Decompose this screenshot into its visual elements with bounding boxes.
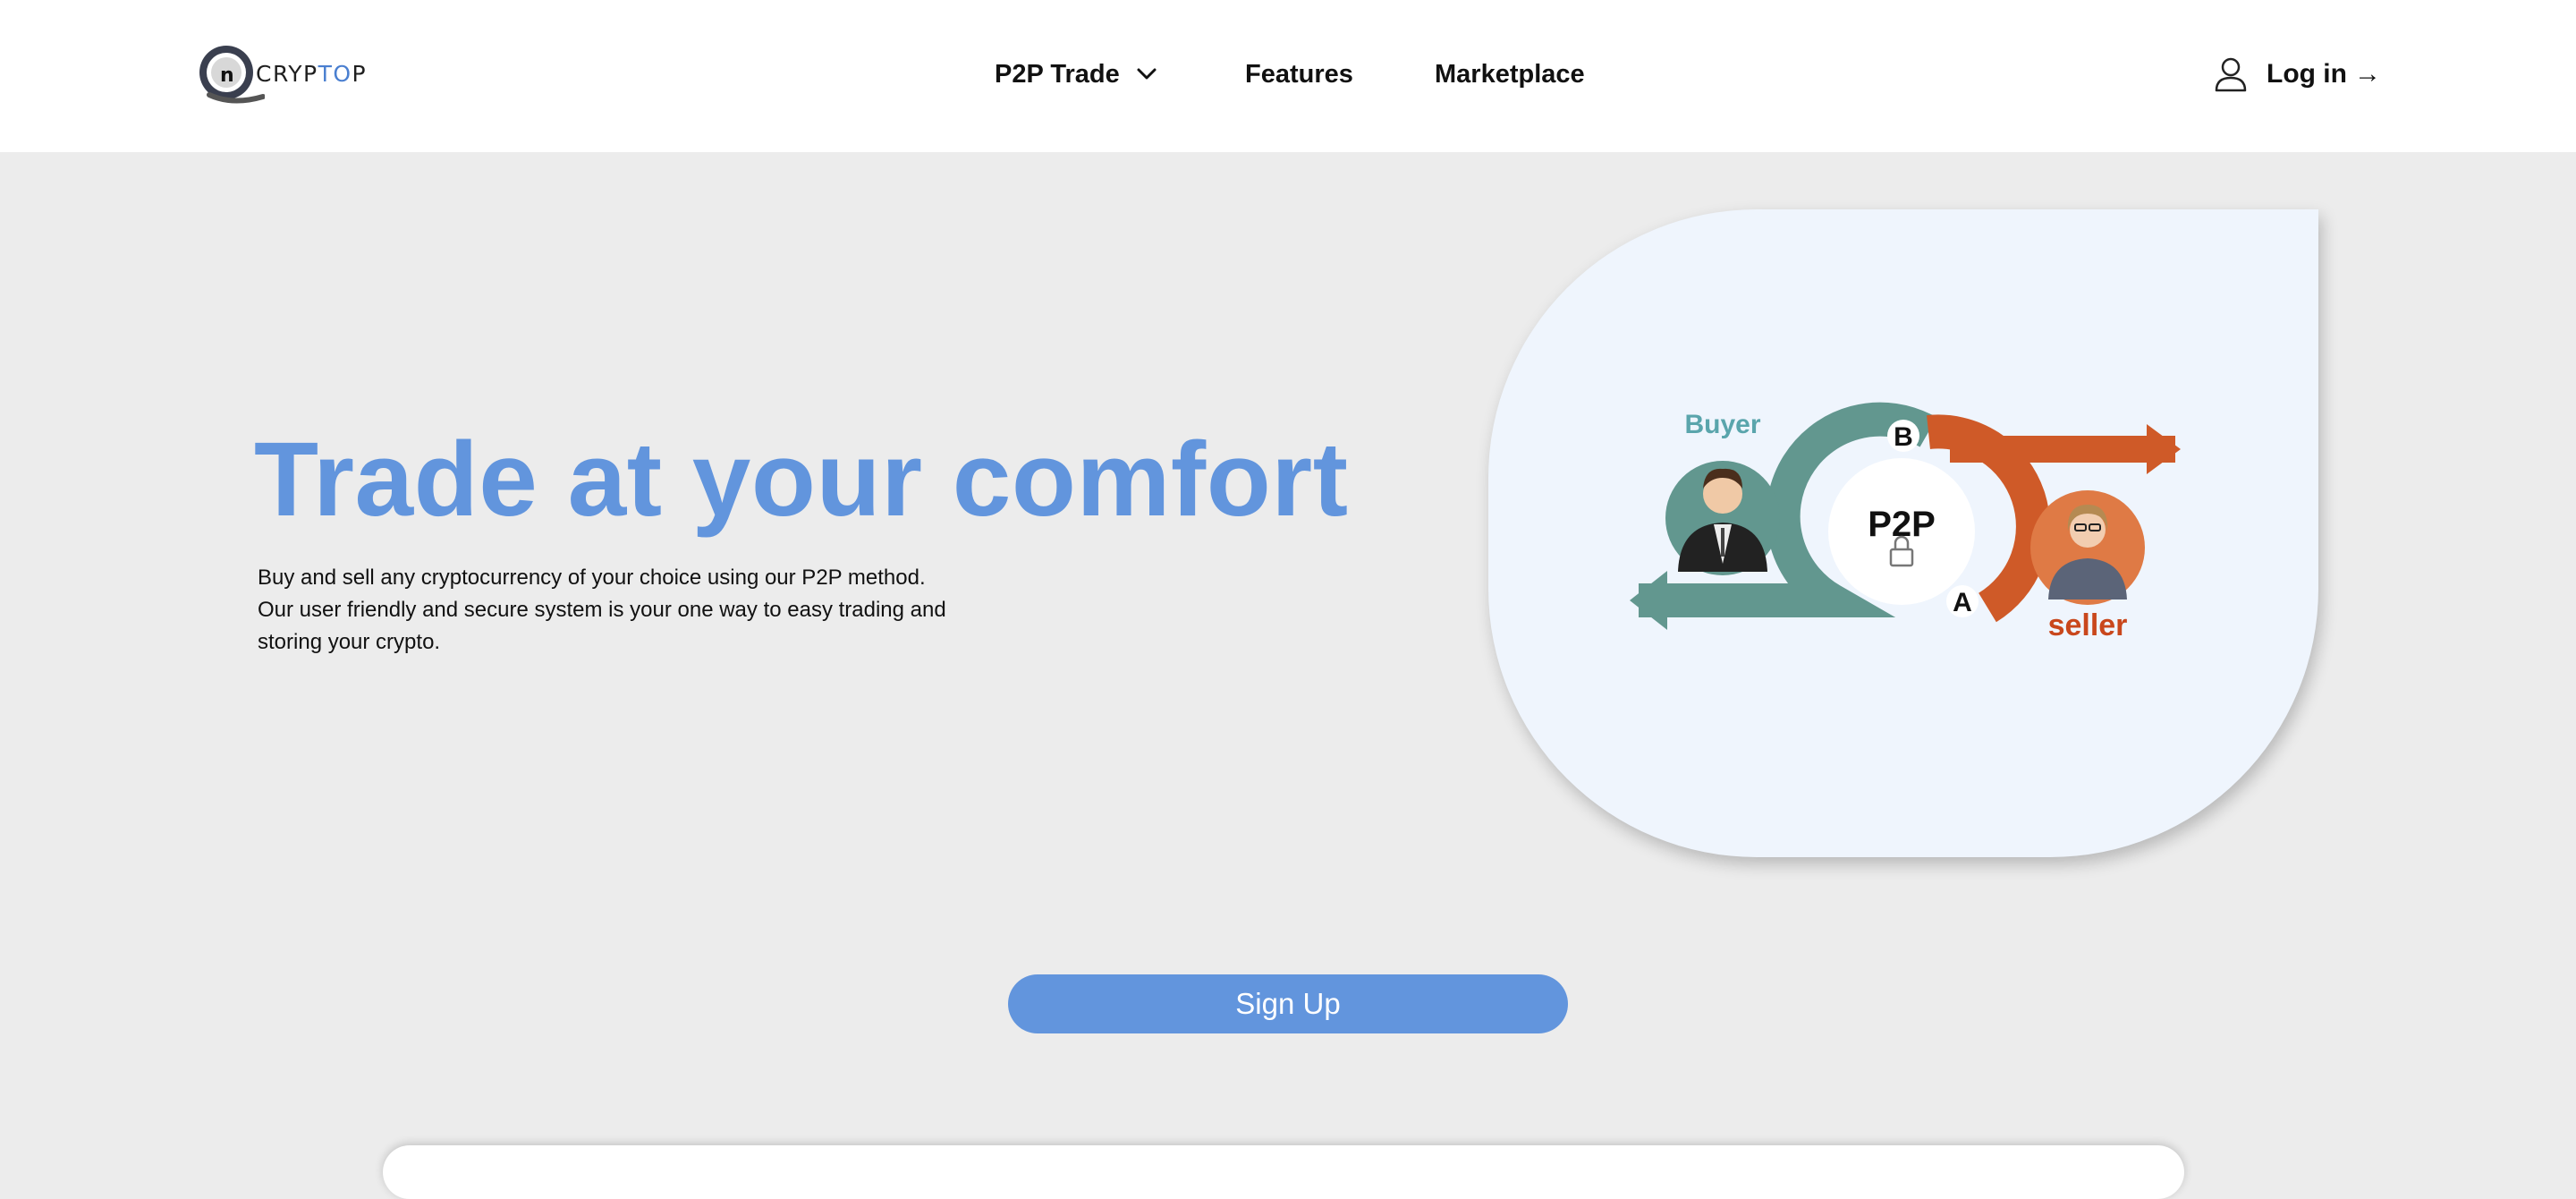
nav-p2p-trade[interactable]: P2P Trade (995, 0, 1157, 149)
buyer-label: Buyer (1684, 410, 1760, 439)
nav-marketplace[interactable]: Marketplace (1435, 0, 1585, 149)
right-arrow-icon (2147, 424, 2181, 474)
login-arrow-icon: → (2353, 59, 2381, 89)
node-b-label: B (1894, 422, 1913, 452)
p2p-illustration: P2P B A Buyer seller (1630, 402, 2181, 642)
brand-logo[interactable]: n CRYPTOP (197, 43, 376, 106)
nav-p2p-trade-label: P2P Trade (995, 59, 1120, 89)
next-section-card (383, 1145, 2184, 1199)
nav-features-label: Features (1245, 59, 1353, 89)
login-label: Log in (2267, 59, 2347, 89)
nav-marketplace-label: Marketplace (1435, 59, 1585, 89)
nav-features[interactable]: Features (1245, 0, 1353, 149)
logo-wordmark: CRYPTOP (256, 61, 368, 87)
seller-label: seller (2048, 608, 2128, 642)
buyer-avatar (1665, 461, 1780, 575)
user-icon (2215, 57, 2247, 92)
node-a-label: A (1953, 588, 1972, 617)
left-arrow-icon (1630, 571, 1667, 630)
hero-illustration-card: P2P B A Buyer seller (1488, 209, 2318, 857)
sign-up-button[interactable]: Sign Up (1008, 974, 1568, 1033)
login-button[interactable]: Log in → (2215, 0, 2381, 149)
logo-mark-icon: n (199, 46, 265, 104)
svg-text:n: n (220, 64, 234, 87)
seller-avatar (2030, 490, 2145, 605)
chevron-down-icon (1137, 68, 1157, 80)
p2p-center-label: P2P (1868, 505, 1936, 544)
hero-title: Trade at your comfort (254, 421, 1349, 539)
hero-description: Buy and sell any cryptocurrency of your … (258, 565, 946, 654)
top-navbar: n CRYPTOP P2P Trade Features Marketplace… (0, 0, 2576, 152)
